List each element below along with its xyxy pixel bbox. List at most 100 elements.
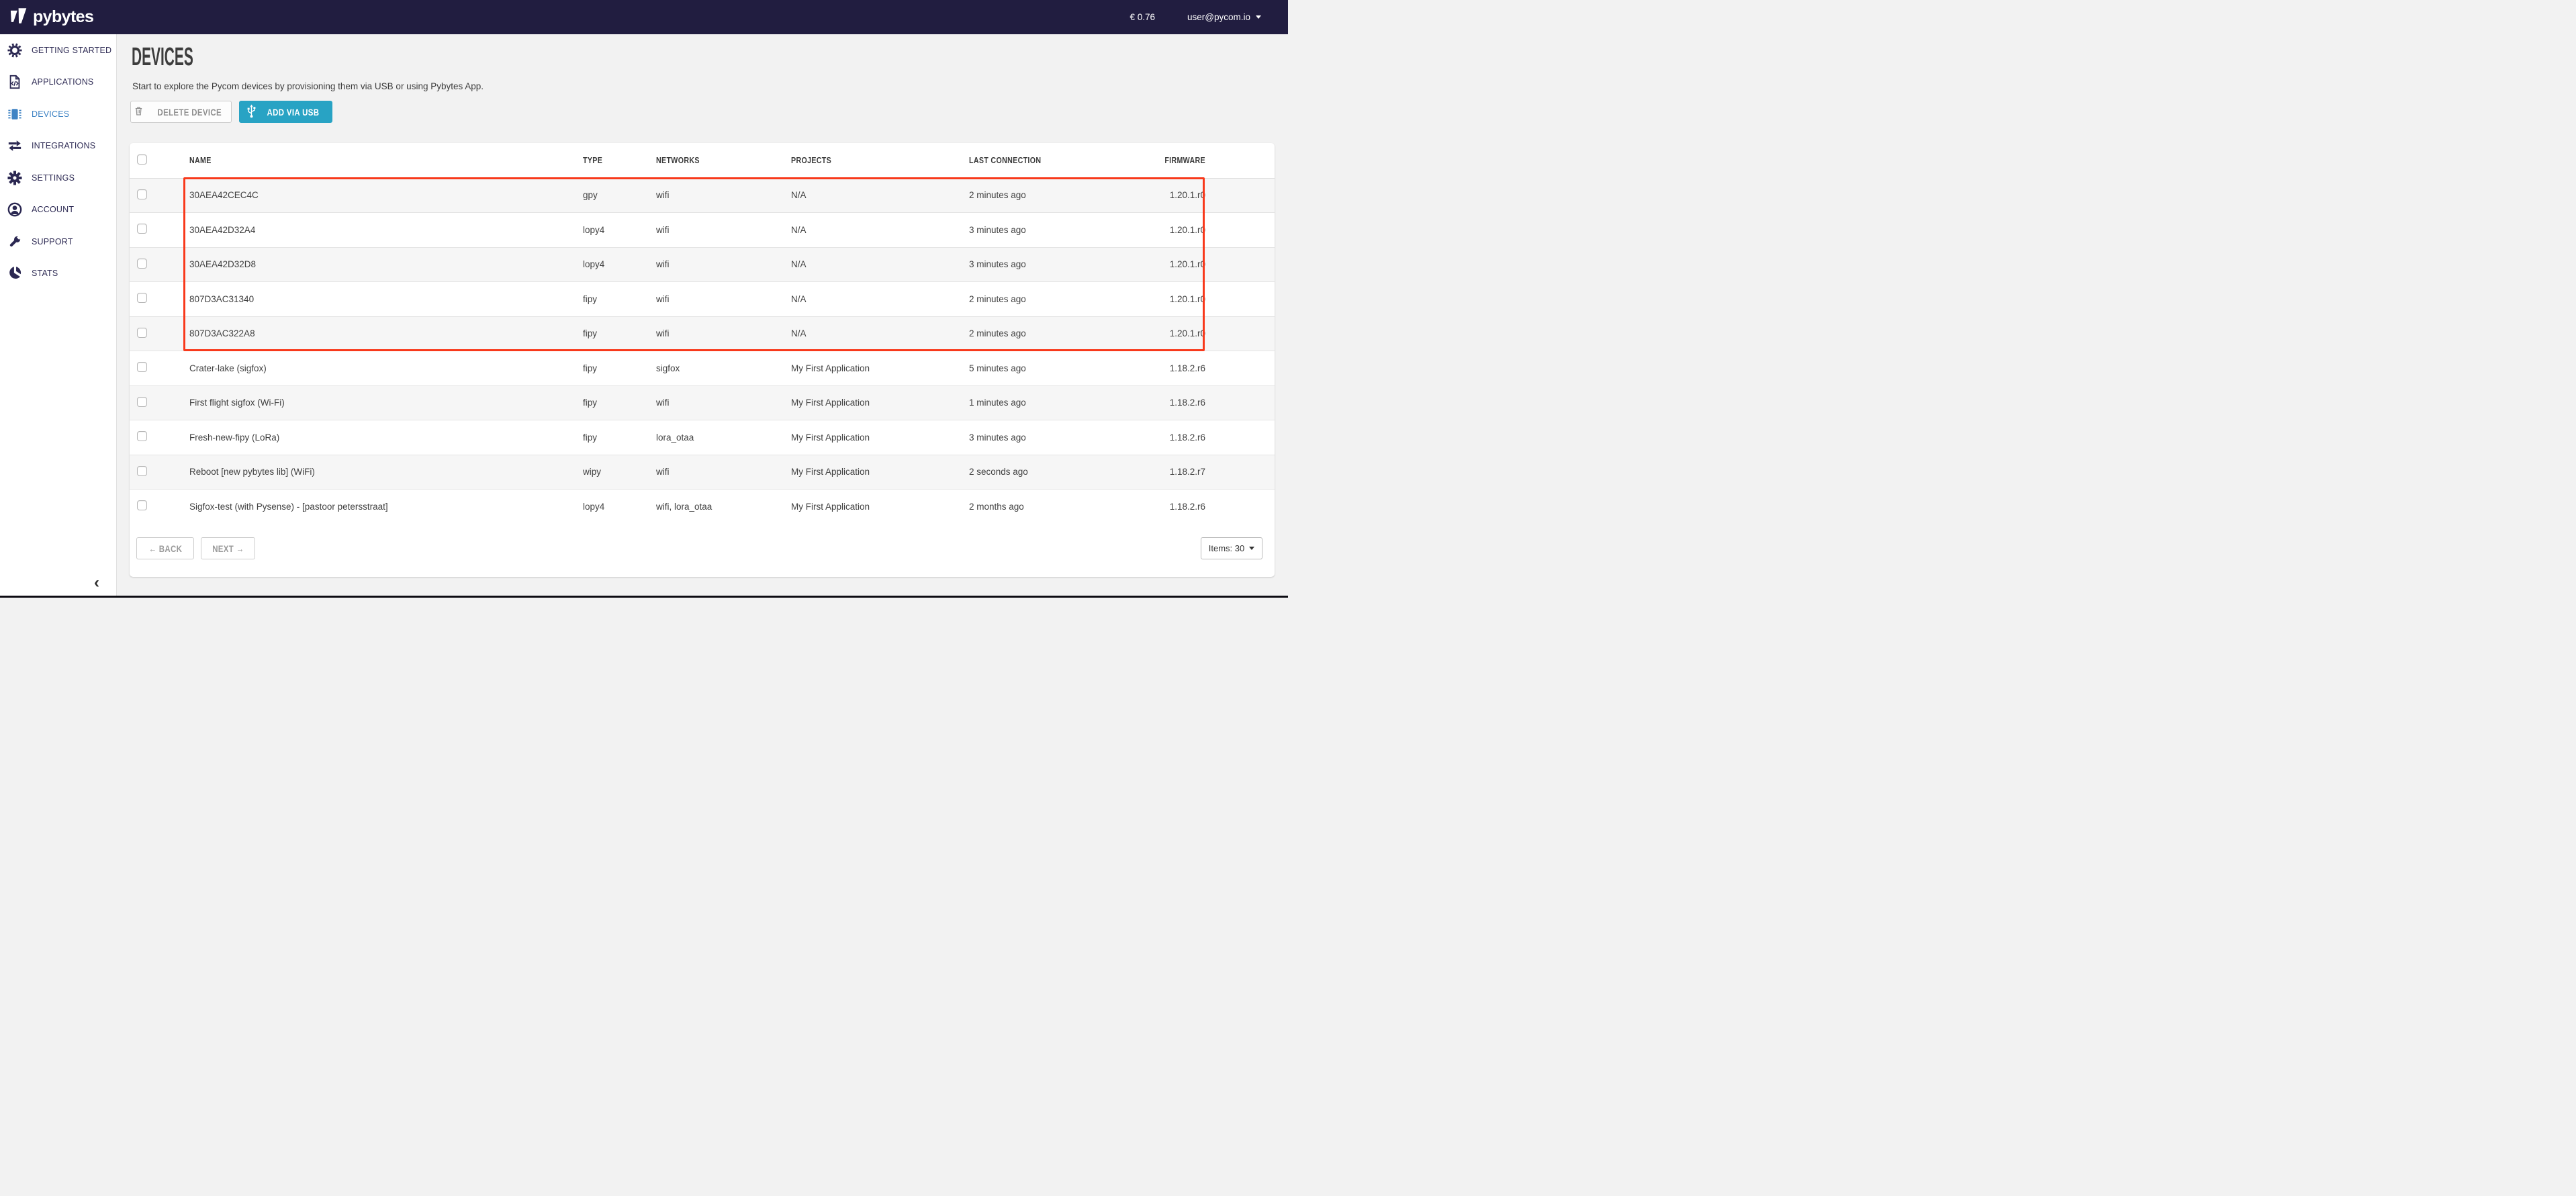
- device-name: Crater-lake (sigfox): [189, 363, 583, 373]
- row-checkbox[interactable]: [137, 431, 147, 441]
- device-networks: wifi: [656, 467, 791, 477]
- sidebar-collapse-button[interactable]: ‹: [94, 575, 99, 591]
- window-bottom-edge: [0, 596, 1288, 598]
- device-networks: wifi: [656, 398, 791, 408]
- device-type: fipy: [583, 363, 656, 373]
- device-projects: My First Application: [791, 398, 969, 408]
- sidebar-item-applications[interactable]: APPLICATIONS: [0, 66, 116, 99]
- table-row[interactable]: 807D3AC31340 fipy wifi N/A 2 minutes ago…: [130, 281, 1275, 316]
- device-type: lopy4: [583, 259, 656, 269]
- device-projects: N/A: [791, 294, 969, 304]
- table-row[interactable]: First flight sigfox (Wi-Fi) fipy wifi My…: [130, 385, 1275, 420]
- device-projects: My First Application: [791, 467, 969, 477]
- device-firmware: 1.18.2.r6: [1090, 432, 1205, 443]
- device-name: 30AEA42CEC4C: [189, 190, 583, 200]
- add-via-usb-button[interactable]: ADD VIA USB: [239, 101, 332, 123]
- pybytes-bolts-icon: [10, 7, 28, 28]
- device-firmware: 1.18.2.r6: [1090, 398, 1205, 408]
- device-networks: wifi: [656, 259, 791, 269]
- row-checkbox[interactable]: [137, 500, 147, 510]
- sidebar-item-devices[interactable]: DEVICES: [0, 98, 116, 130]
- device-projects: My First Application: [791, 432, 969, 443]
- user-menu[interactable]: user@pycom.io: [1187, 12, 1261, 22]
- page-title: DEVICES: [132, 44, 244, 70]
- column-header-firmware[interactable]: FIRMWARE: [1090, 155, 1205, 165]
- table-row[interactable]: Sigfox-test (with Pysense) - [pastoor pe…: [130, 489, 1275, 524]
- device-type: wipy: [583, 467, 656, 477]
- pybytes-logo[interactable]: pybytes: [10, 7, 93, 28]
- device-firmware: 1.18.2.r6: [1090, 502, 1205, 512]
- sidebar: GETTING STARTED APPLICATIONS: [0, 34, 117, 598]
- device-name: Sigfox-test (with Pysense) - [pastoor pe…: [189, 502, 583, 512]
- sidebar-item-label: STATS: [32, 269, 58, 278]
- device-type: fipy: [583, 398, 656, 408]
- device-last-connection: 5 minutes ago: [969, 363, 1090, 373]
- device-name: 30AEA42D32A4: [189, 225, 583, 235]
- row-checkbox[interactable]: [137, 189, 147, 199]
- table-row[interactable]: Fresh-new-fipy (LoRa) fipy lora_otaa My …: [130, 420, 1275, 455]
- sidebar-item-settings[interactable]: SETTINGS: [0, 162, 116, 194]
- device-type: lopy4: [583, 225, 656, 235]
- sidebar-item-getting-started[interactable]: GETTING STARTED: [0, 34, 116, 66]
- table-row[interactable]: Crater-lake (sigfox) fipy sigfox My Firs…: [130, 351, 1275, 385]
- column-header-projects[interactable]: PROJECTS: [791, 155, 969, 165]
- user-email: user@pycom.io: [1187, 12, 1250, 22]
- select-all-checkbox[interactable]: [137, 154, 147, 165]
- column-header-last-connection[interactable]: LAST CONNECTION: [969, 155, 1090, 165]
- column-header-type[interactable]: TYPE: [583, 155, 656, 165]
- sidebar-item-account[interactable]: ACCOUNT: [0, 194, 116, 226]
- device-firmware: 1.18.2.r6: [1090, 363, 1205, 373]
- table-row[interactable]: 807D3AC322A8 fipy wifi N/A 2 minutes ago…: [130, 316, 1275, 351]
- row-checkbox[interactable]: [137, 362, 147, 372]
- row-checkbox[interactable]: [137, 224, 147, 234]
- next-button[interactable]: NEXT →: [201, 537, 255, 559]
- trash-icon: [134, 105, 144, 118]
- device-networks: wifi: [656, 294, 791, 304]
- pie-chart-icon: [7, 266, 22, 281]
- row-checkbox[interactable]: [137, 397, 147, 407]
- pybytes-app: pybytes € 0.76 user@pycom.io: [0, 0, 1288, 598]
- sidebar-item-support[interactable]: SUPPORT: [0, 226, 116, 258]
- device-last-connection: 1 minutes ago: [969, 398, 1090, 408]
- table-row[interactable]: 30AEA42CEC4C gpy wifi N/A 2 minutes ago …: [130, 178, 1275, 213]
- table-header-row: NAME TYPE NETWORKS PROJECTS LAST CONNECT…: [130, 143, 1275, 178]
- row-checkbox[interactable]: [137, 293, 147, 303]
- device-projects: My First Application: [791, 363, 969, 373]
- sun-icon: [7, 43, 22, 58]
- row-checkbox[interactable]: [137, 259, 147, 269]
- items-per-page-label: Items: 30: [1209, 543, 1244, 553]
- device-firmware: 1.20.1.r0: [1090, 225, 1205, 235]
- table-row[interactable]: 30AEA42D32A4 lopy4 wifi N/A 3 minutes ag…: [130, 212, 1275, 247]
- device-last-connection: 2 minutes ago: [969, 190, 1090, 200]
- table-row[interactable]: 30AEA42D32D8 lopy4 wifi N/A 3 minutes ag…: [130, 247, 1275, 282]
- items-per-page-dropdown[interactable]: Items: 30: [1201, 537, 1262, 559]
- column-header-name[interactable]: NAME: [189, 155, 583, 165]
- device-firmware: 1.20.1.r0: [1090, 259, 1205, 269]
- logo-text: pybytes: [33, 7, 93, 27]
- device-projects: N/A: [791, 328, 969, 338]
- row-checkbox[interactable]: [137, 328, 147, 338]
- delete-device-button[interactable]: DELETE DEVICE: [130, 101, 232, 123]
- sidebar-item-label: APPLICATIONS: [32, 77, 93, 87]
- table-body: 30AEA42CEC4C gpy wifi N/A 2 minutes ago …: [130, 178, 1275, 524]
- usb-icon: [246, 104, 257, 120]
- device-networks: wifi: [656, 328, 791, 338]
- sidebar-item-stats[interactable]: STATS: [0, 258, 116, 290]
- device-name: 807D3AC31340: [189, 294, 583, 304]
- delete-device-label: DELETE DEVICE: [157, 107, 221, 118]
- device-networks: wifi: [656, 225, 791, 235]
- device-last-connection: 3 minutes ago: [969, 432, 1090, 443]
- device-last-connection: 2 minutes ago: [969, 294, 1090, 304]
- device-last-connection: 2 seconds ago: [969, 467, 1090, 477]
- pagination-bar: ← BACK NEXT → Items: 30: [136, 537, 1262, 559]
- column-header-networks[interactable]: NETWORKS: [656, 155, 791, 165]
- sidebar-item-integrations[interactable]: INTEGRATIONS: [0, 130, 116, 163]
- device-networks: sigfox: [656, 363, 791, 373]
- back-button[interactable]: ← BACK: [136, 537, 194, 559]
- table-row[interactable]: Reboot [new pybytes lib] (WiFi) wipy wif…: [130, 455, 1275, 490]
- device-projects: My First Application: [791, 502, 969, 512]
- row-checkbox[interactable]: [137, 466, 147, 476]
- arrows-swap-icon: [7, 138, 22, 153]
- device-networks: lora_otaa: [656, 432, 791, 443]
- device-name: First flight sigfox (Wi-Fi): [189, 398, 583, 408]
